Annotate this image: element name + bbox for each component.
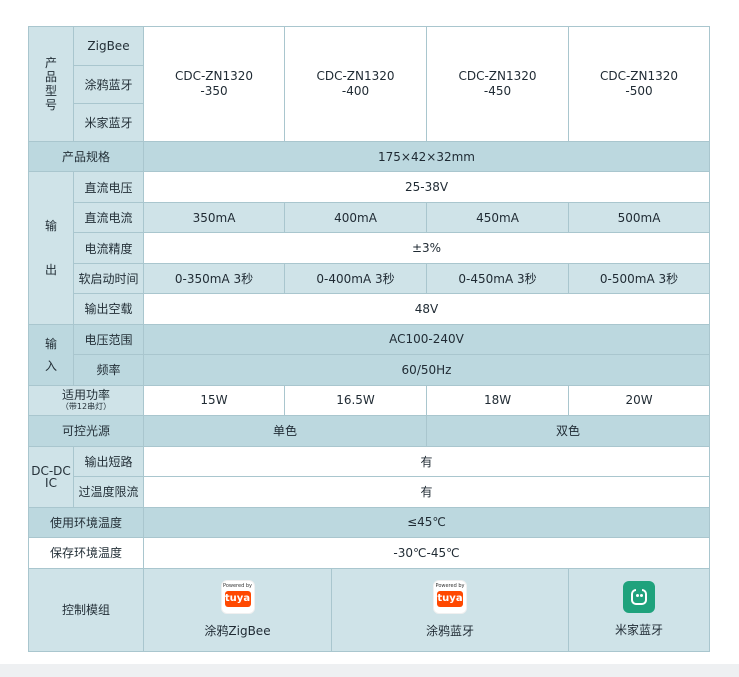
input-group-label: 输入 (28, 323, 74, 386)
tuya-bt-label: 涂鸦蓝牙 (73, 64, 144, 105)
overtemp-label: 过温度限流 (73, 476, 144, 508)
dc-current-350: 350mA (143, 201, 285, 234)
spec-value: 175×42×32mm (142, 140, 711, 173)
soft-start-500: 0-500mA 3秒 (568, 262, 711, 295)
model-350: CDC-ZN1320 -350 (143, 26, 285, 142)
overtemp-value: 有 (142, 476, 711, 508)
power-400: 16.5W (283, 384, 428, 417)
dc-current-label: 直流电流 (73, 201, 144, 234)
light-source-label: 可控光源 (28, 415, 144, 447)
module-label: 涂鸦蓝牙 (426, 624, 475, 639)
dc-current-500: 500mA (568, 201, 711, 234)
frequency-label: 频率 (73, 354, 144, 386)
soft-start-350: 0-350mA 3秒 (143, 262, 285, 295)
power-350: 15W (143, 384, 285, 417)
model-500: CDC-ZN1320 -500 (568, 26, 711, 142)
power-450: 18W (426, 384, 570, 417)
mi-home-logo-icon (623, 581, 656, 614)
storage-temp-label: 保存环境温度 (28, 537, 144, 569)
soft-start-400: 0-400mA 3秒 (283, 262, 428, 295)
output-group-label: 输出 (28, 171, 74, 325)
power-label: 适用功率 （带12串灯） (28, 384, 144, 417)
model-group-label: 产品型号 (28, 26, 74, 142)
soft-start-450: 0-450mA 3秒 (426, 262, 570, 295)
dc-voltage-label: 直流电压 (73, 171, 144, 203)
model-450: CDC-ZN1320 -450 (426, 26, 570, 142)
dc-current-450: 450mA (426, 201, 570, 234)
dc-voltage-value: 25-38V (142, 171, 711, 203)
tuya-logo-icon: Powered by tuya (433, 580, 467, 615)
tuya-logo-icon: Powered by tuya (220, 580, 255, 615)
current-accuracy-label: 电流精度 (73, 232, 144, 264)
output-short-label: 输出短路 (73, 445, 144, 478)
footer-bar (0, 664, 739, 677)
zigbee-label: ZigBee (73, 26, 144, 66)
output-no-load-label: 输出空载 (73, 293, 144, 325)
light-source-dual: 双色 (426, 415, 711, 447)
power-500: 20W (568, 384, 711, 417)
mi-bt-label: 米家蓝牙 (73, 103, 144, 142)
operating-temp-label: 使用环境温度 (28, 506, 144, 539)
storage-temp-value: -30℃-45℃ (142, 537, 711, 569)
module-mi-bt: 米家蓝牙 (568, 567, 711, 653)
frequency-value: 60/50Hz (142, 354, 711, 386)
voltage-range-value: AC100-240V (142, 323, 711, 356)
module-tuya-zigbee: Powered by tuya 涂鸦ZigBee (143, 567, 332, 653)
module-label: 涂鸦ZigBee (204, 624, 271, 639)
model-400: CDC-ZN1320 -400 (283, 26, 428, 142)
output-no-load-value: 48V (142, 293, 711, 325)
module-tuya-bt: Powered by tuya 涂鸦蓝牙 (330, 567, 570, 653)
soft-start-label: 软启动时间 (73, 262, 144, 295)
control-module-label: 控制模组 (28, 567, 144, 653)
dc-current-400: 400mA (283, 201, 428, 234)
spec-label: 产品规格 (28, 140, 144, 173)
output-short-value: 有 (142, 445, 711, 478)
operating-temp-value: ≤45℃ (142, 506, 711, 539)
voltage-range-label: 电压范围 (73, 323, 144, 356)
current-accuracy-value: ±3% (142, 232, 711, 264)
dcdc-ic-label: DC-DC IC (28, 445, 74, 508)
light-source-single: 单色 (142, 415, 428, 447)
spec-table: 产品型号 ZigBee CDC-ZN1320 -350 CDC-ZN1320 -… (28, 26, 711, 653)
module-label: 米家蓝牙 (615, 623, 664, 638)
